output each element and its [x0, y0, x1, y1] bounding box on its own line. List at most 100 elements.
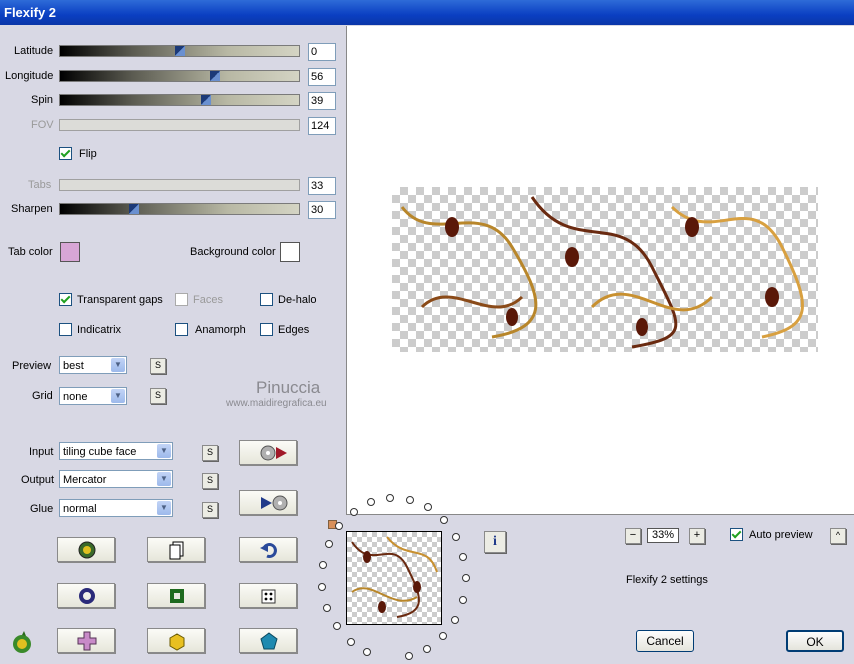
dial-dot[interactable]	[459, 595, 468, 604]
zoom-out-button[interactable]: −	[625, 528, 641, 544]
app-logo-icon	[10, 630, 34, 654]
dial-dot[interactable]	[423, 644, 432, 653]
input-s-button[interactable]: S	[202, 445, 218, 461]
square-frame-icon	[170, 589, 184, 603]
de-halo-label: De-halo	[278, 294, 317, 306]
background-color-label: Background color	[190, 246, 276, 258]
output-s-button[interactable]: S	[202, 473, 218, 489]
tab-color-swatch[interactable]	[60, 242, 80, 262]
auto-preview-checkbox[interactable]	[730, 528, 743, 541]
preview-select[interactable]: best ▼	[59, 356, 127, 374]
grid-label: Grid	[32, 390, 53, 402]
background-color-swatch[interactable]	[280, 242, 300, 262]
glue-select-value: normal	[63, 503, 97, 515]
tabs-label: Tabs	[28, 179, 52, 191]
randomize-colors-button[interactable]	[57, 537, 115, 562]
load-input-button[interactable]	[239, 440, 297, 465]
input-label: Input	[29, 446, 54, 458]
indicatrix-label: Indicatrix	[77, 324, 122, 336]
save-output-button[interactable]	[239, 490, 297, 515]
fov-value-field: 124	[308, 117, 336, 135]
chevron-down-icon: ▼	[157, 444, 171, 458]
dial-dot[interactable]	[459, 553, 468, 561]
preview-image	[392, 187, 818, 352]
input-select[interactable]: tiling cube face ▼	[59, 442, 173, 460]
spin-label: Spin	[31, 94, 54, 106]
undo-button[interactable]	[239, 537, 297, 562]
output-select[interactable]: Mercator ▼	[59, 470, 173, 488]
spin-slider[interactable]	[59, 94, 300, 106]
dial-dot[interactable]	[349, 507, 358, 516]
tab-color-label: Tab color	[8, 246, 53, 258]
sharpen-slider-thumb[interactable]	[129, 204, 140, 214]
dice-icon	[261, 589, 276, 604]
latitude-slider[interactable]	[59, 45, 300, 57]
glue-select[interactable]: normal ▼	[59, 499, 173, 517]
longitude-slider-thumb[interactable]	[210, 71, 221, 81]
random-button[interactable]	[239, 583, 297, 608]
anamorph-label: Anamorph	[195, 324, 246, 336]
collapse-button[interactable]: ^	[830, 528, 846, 544]
globe-icon	[78, 541, 96, 559]
spin-slider-thumb[interactable]	[200, 95, 211, 105]
pentagon-icon	[260, 632, 278, 650]
latitude-slider-thumb[interactable]	[174, 46, 185, 56]
chevron-down-icon: ▼	[111, 358, 125, 372]
watermark-url: www.maidiregrafica.eu	[226, 398, 327, 409]
dial-dot[interactable]	[324, 540, 333, 549]
preview-label: Preview	[12, 360, 52, 372]
spin-value-field[interactable]: 39	[308, 92, 336, 110]
dial-dot[interactable]	[404, 652, 413, 661]
latitude-value-field[interactable]: 0	[308, 43, 336, 61]
glue-s-button[interactable]: S	[202, 502, 218, 518]
dial-dot[interactable]	[323, 603, 332, 612]
dial-dot[interactable]	[318, 582, 327, 591]
sharpen-value-field[interactable]: 30	[308, 201, 336, 219]
transparent-gaps-checkbox[interactable]	[59, 293, 72, 306]
thumbnail-preview[interactable]	[346, 531, 442, 625]
frame-button[interactable]	[147, 583, 205, 608]
faces-checkbox	[175, 293, 188, 306]
dial-dot[interactable]	[335, 522, 344, 531]
info-button[interactable]: i	[484, 531, 506, 553]
indicatrix-checkbox[interactable]	[59, 323, 72, 336]
longitude-slider[interactable]	[59, 70, 300, 82]
settings-text: Flexify 2 settings	[626, 574, 708, 586]
cross-button[interactable]	[57, 628, 115, 653]
edges-checkbox[interactable]	[260, 323, 273, 336]
grid-s-button[interactable]: S	[150, 388, 166, 404]
ok-button[interactable]: OK	[786, 630, 844, 652]
grid-select[interactable]: none ▼	[59, 387, 127, 405]
longitude-value-field[interactable]: 56	[308, 68, 336, 86]
disc-play-icon	[260, 445, 287, 461]
output-label: Output	[21, 474, 55, 486]
dial-dot[interactable]	[439, 632, 448, 641]
copy-button[interactable]	[147, 537, 205, 562]
dial-dot[interactable]	[405, 495, 414, 504]
dial-dot[interactable]	[332, 622, 341, 631]
dial-dot[interactable]	[451, 615, 460, 624]
watermark-name: Pinuccia	[256, 378, 321, 397]
dial-dot[interactable]	[439, 516, 448, 525]
sharpen-slider[interactable]	[59, 203, 300, 215]
polyhedron-button[interactable]	[239, 628, 297, 653]
preview-canvas[interactable]	[346, 26, 854, 515]
thumbnail-image	[351, 536, 438, 618]
flip-checkbox[interactable]	[59, 147, 72, 160]
anamorph-checkbox[interactable]	[175, 323, 188, 336]
dial-dot[interactable]	[346, 637, 355, 646]
dial-dot[interactable]	[451, 533, 460, 542]
cancel-button[interactable]: Cancel	[636, 630, 694, 652]
ring-button[interactable]	[57, 583, 115, 608]
dial-dot[interactable]	[318, 561, 327, 570]
dial-dot[interactable]	[363, 648, 372, 657]
output-select-value: Mercator	[63, 474, 107, 486]
zoom-in-button[interactable]: +	[689, 528, 705, 544]
chevron-down-icon: ▼	[111, 389, 125, 403]
de-halo-checkbox[interactable]	[260, 293, 273, 306]
grid-select-value: none	[63, 391, 88, 403]
cube-button[interactable]	[147, 628, 205, 653]
dial-dot[interactable]	[461, 574, 470, 583]
preview-s-button[interactable]: S	[150, 358, 166, 374]
zoom-level: 33%	[647, 528, 679, 543]
